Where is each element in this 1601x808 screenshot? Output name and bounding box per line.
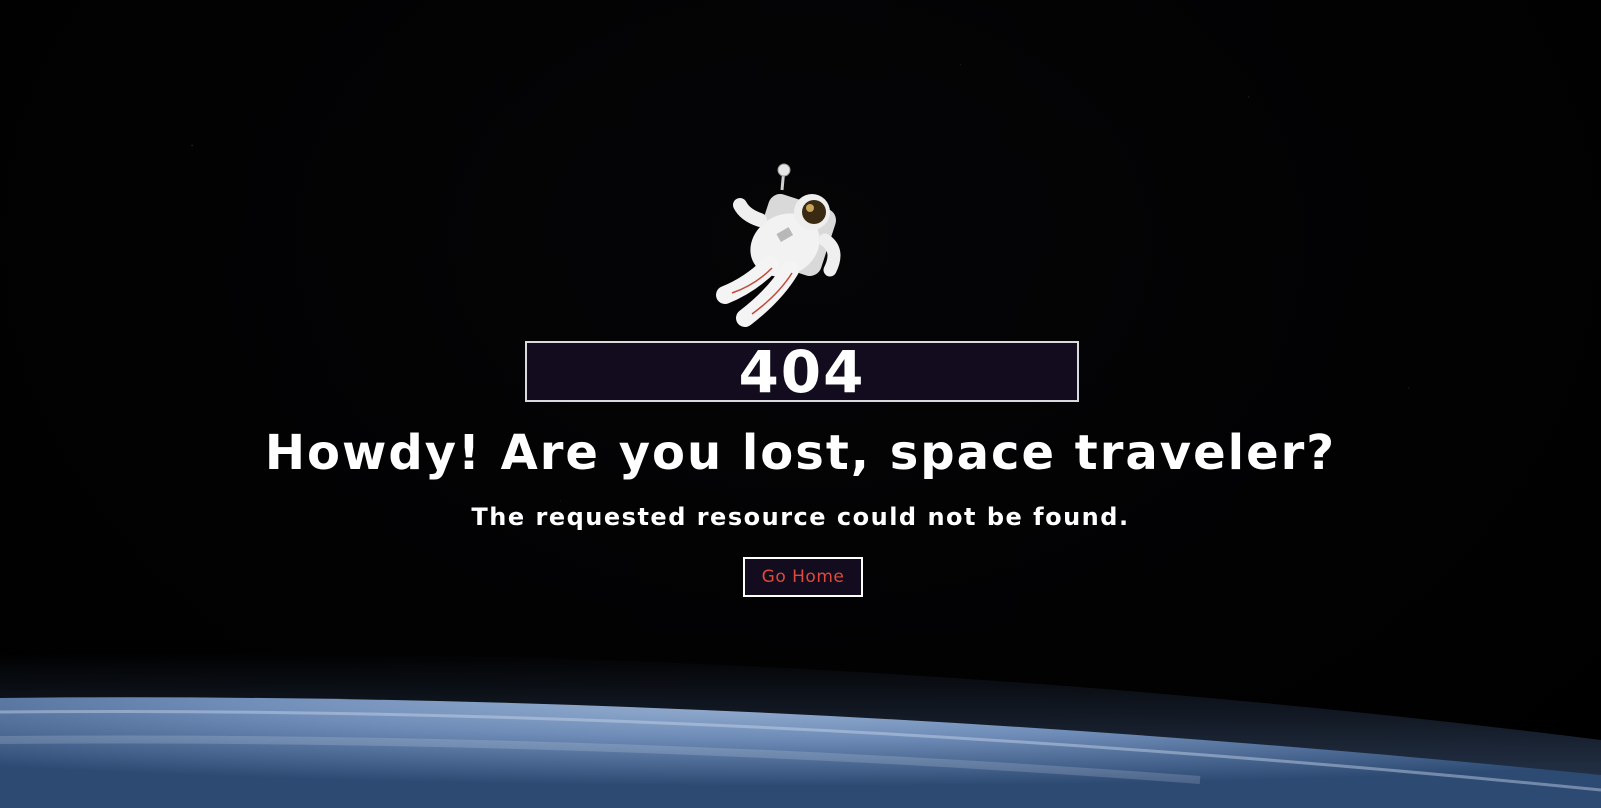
page-headline: Howdy! Are you lost, space traveler? [264, 425, 1337, 481]
error-code: 404 [738, 337, 866, 406]
go-home-button[interactable]: Go Home [743, 557, 863, 597]
astronaut-icon [716, 163, 841, 327]
error-code-panel: 404 [525, 341, 1079, 402]
error-message: The requested resource could not be foun… [471, 503, 1130, 531]
error-page: 404 Howdy! Are you lost, space traveler?… [0, 0, 1601, 808]
